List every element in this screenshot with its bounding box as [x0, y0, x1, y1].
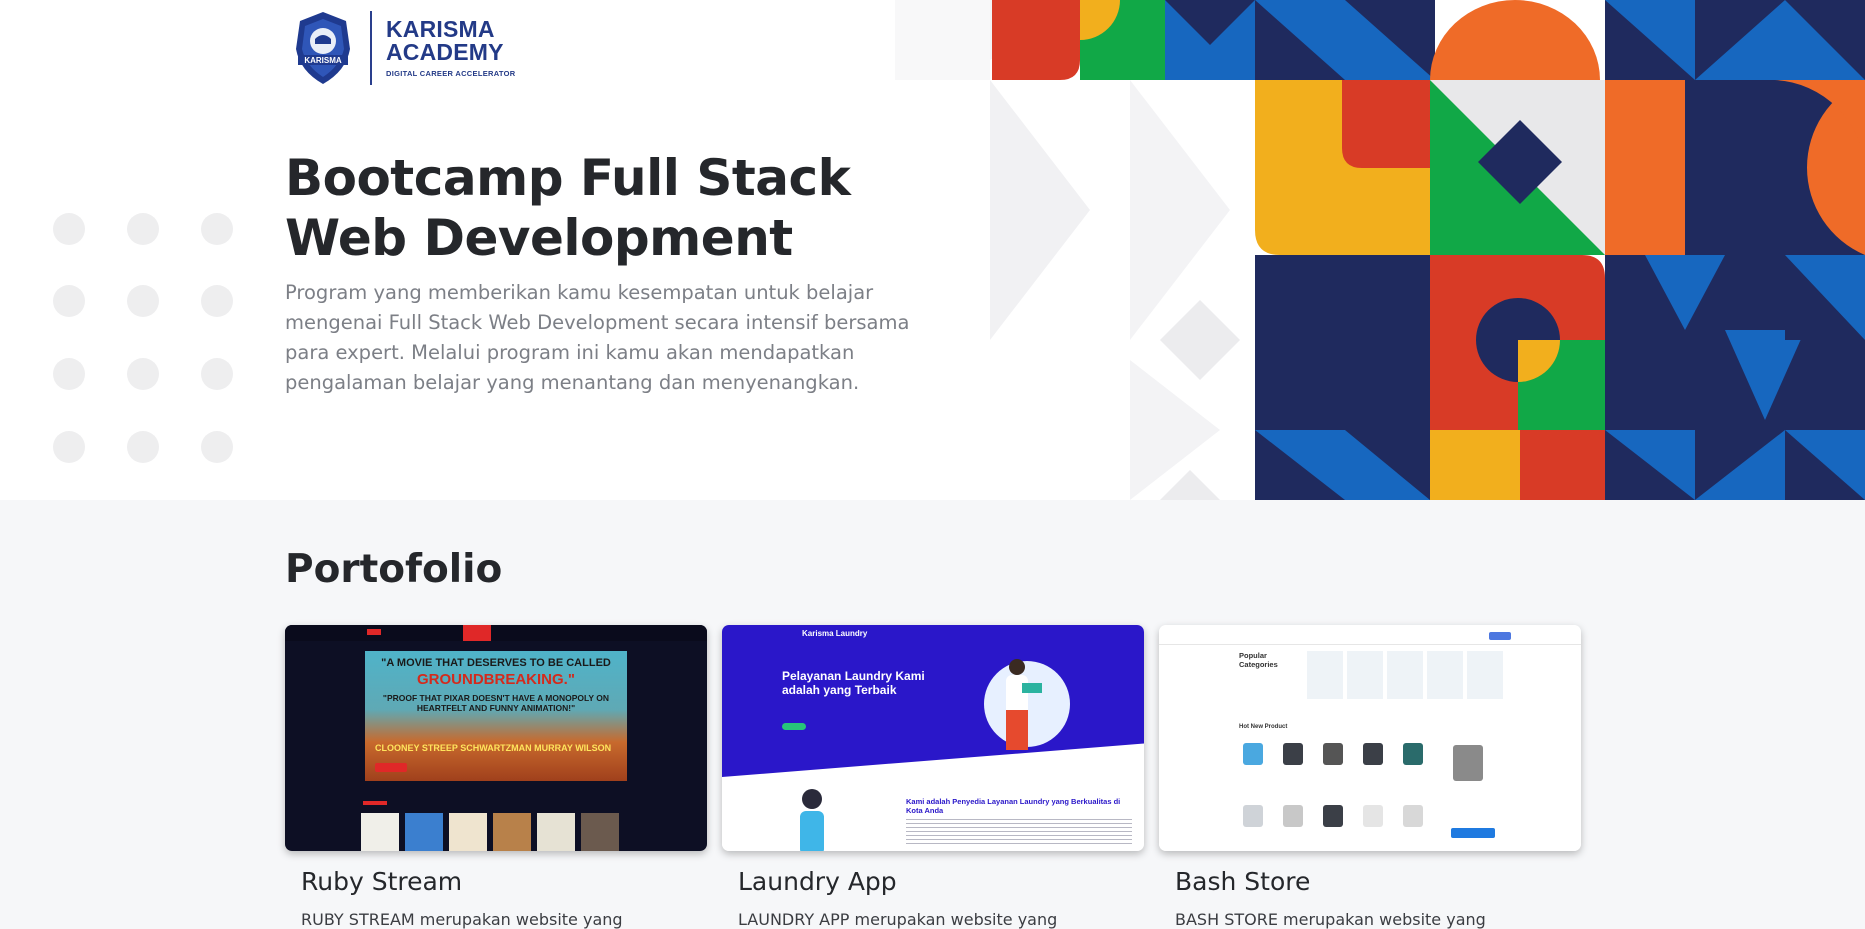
- ruby-stream-preview-image[interactable]: "A MOVIE THAT DESERVES TO BE CALLED GROU…: [285, 625, 707, 851]
- laundry-subheadline: Kami adalah Penyedia Layanan Laundry yan…: [906, 797, 1121, 815]
- laundry-app-preview-image[interactable]: Karisma Laundry Pelayanan Laundry Kami a…: [722, 625, 1144, 851]
- poster-quote-line1: "A MOVIE THAT DESERVES TO BE CALLED: [381, 657, 611, 669]
- portfolio-section: Portofolio "A MOVIE THAT DESERVES TO BE …: [0, 500, 1865, 929]
- card-title[interactable]: Ruby Stream: [301, 867, 707, 896]
- poster-quote-line3: "PROOF THAT PIXAR DOESN'T HAVE A MONOPOL…: [382, 693, 610, 713]
- emblem-text: KARISMA: [304, 56, 342, 65]
- decorative-dot-grid: [53, 213, 243, 473]
- movie-thumbnails: [361, 813, 619, 851]
- geometric-pattern-illustration: [895, 0, 1865, 500]
- karisma-shield-icon: KARISMA: [296, 12, 350, 84]
- poster-cast: CLOONEY STREEP SCHWARTZMAN MURRAY WILSON: [375, 743, 612, 753]
- card-description: RUBY STREAM merupakan website yang: [301, 910, 623, 929]
- bash-popular-categories: Popular Categories: [1239, 651, 1278, 669]
- pattern-top-row: [992, 0, 1865, 80]
- card-title[interactable]: Laundry App: [738, 867, 1144, 896]
- portfolio-card-laundry-app[interactable]: Karisma Laundry Pelayanan Laundry Kami a…: [722, 625, 1144, 929]
- logo-line2: ACADEMY: [386, 39, 504, 66]
- laundry-brand: Karisma Laundry: [802, 629, 868, 638]
- bash-store-preview-image[interactable]: Popular Categories Hot New Product: [1159, 625, 1581, 851]
- logo-line1: KARISMA: [386, 16, 495, 43]
- card-title[interactable]: Bash Store: [1175, 867, 1581, 896]
- card-description: BASH STORE merupakan website yang: [1175, 910, 1486, 929]
- pattern-lower: [1255, 255, 1865, 430]
- bash-hot-new-product: Hot New Product: [1239, 724, 1288, 730]
- logo-wordmark: KARISMA ACADEMY DIGITAL CAREER ACCELERAT…: [386, 18, 515, 78]
- title-line1: Bootcamp Full Stack: [285, 149, 851, 207]
- laundry-headline: Pelayanan Laundry Kami adalah yang Terba…: [782, 669, 925, 697]
- movie-poster: "A MOVIE THAT DESERVES TO BE CALLED GROU…: [365, 651, 627, 781]
- hero-section: KARISMA KARISMA ACADEMY DIGITAL CAREER A…: [0, 0, 1865, 500]
- portfolio-card-bash-store[interactable]: Popular Categories Hot New Product Bash …: [1159, 625, 1581, 929]
- pattern-bottom-row: [1255, 430, 1865, 500]
- pattern-middle: [1255, 80, 1865, 255]
- card-description: LAUNDRY APP merupakan website yang: [738, 910, 1058, 929]
- portfolio-card-ruby-stream[interactable]: "A MOVIE THAT DESERVES TO BE CALLED GROU…: [285, 625, 707, 929]
- logo-tagline: DIGITAL CAREER ACCELERATOR: [386, 69, 516, 79]
- title-line2: Web Development: [285, 209, 793, 267]
- portfolio-heading: Portofolio: [285, 547, 503, 592]
- karisma-academy-logo[interactable]: KARISMA KARISMA ACADEMY DIGITAL CAREER A…: [288, 8, 515, 88]
- poster-quote-line2: GROUNDBREAKING.": [417, 671, 575, 688]
- logo-divider: [370, 11, 372, 85]
